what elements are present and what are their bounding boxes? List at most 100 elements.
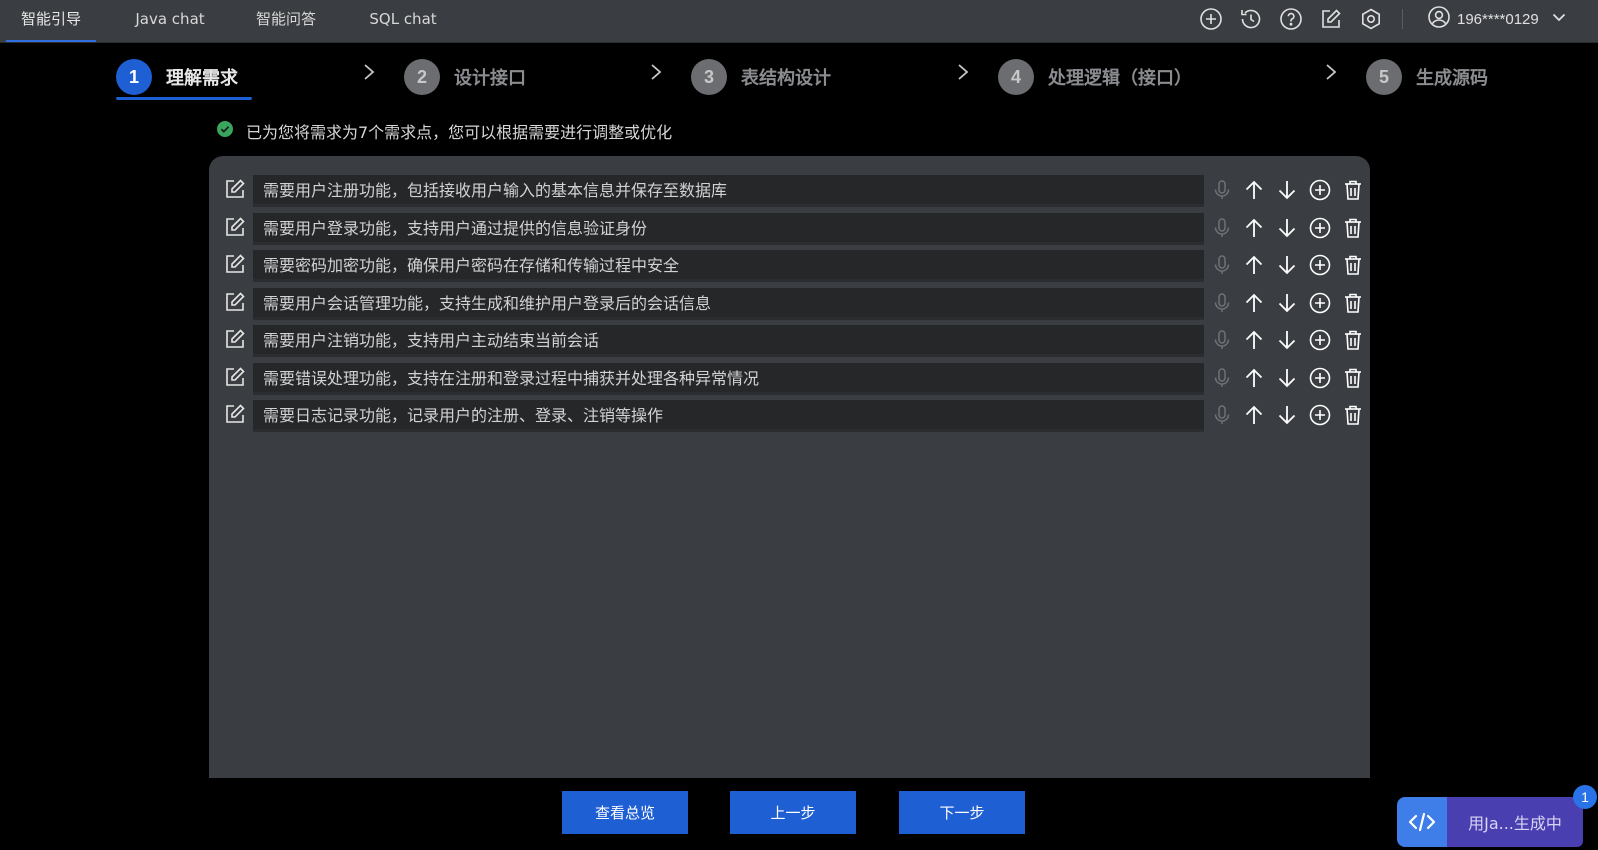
- chevron-right-icon: [954, 60, 972, 84]
- toolbar-divider: [1402, 9, 1403, 29]
- trash-icon[interactable]: [1341, 366, 1365, 390]
- trash-icon[interactable]: [1341, 403, 1365, 427]
- microphone-icon[interactable]: [1210, 253, 1234, 277]
- generation-status-widget[interactable]: 用Ja...生成中: [1397, 797, 1583, 847]
- add-circle-icon[interactable]: [1308, 216, 1332, 240]
- edit-icon[interactable]: [223, 290, 247, 314]
- step-number: 2: [404, 59, 440, 95]
- arrow-down-icon[interactable]: [1275, 366, 1299, 390]
- info-message: 已为您将需求为7个需求点，您可以根据需要进行调整或优化: [217, 120, 672, 142]
- info-text: 已为您将需求为7个需求点，您可以根据需要进行调整或优化: [246, 123, 673, 142]
- step-number: 4: [998, 59, 1034, 95]
- help-icon[interactable]: [1279, 7, 1303, 31]
- history-icon[interactable]: [1239, 7, 1263, 31]
- trash-icon[interactable]: [1341, 328, 1365, 352]
- code-icon: [1397, 797, 1447, 847]
- requirement-input[interactable]: 需要密码加密功能，确保用户密码在存储和传输过程中安全: [253, 250, 1204, 282]
- requirement-input[interactable]: 需要日志记录功能，记录用户的注册、登录、注销等操作: [253, 400, 1204, 432]
- generation-status-label: 用Ja...生成中: [1447, 797, 1583, 847]
- chevron-right-icon: [1322, 60, 1340, 84]
- step-label: 处理逻辑（接口）: [1048, 68, 1192, 89]
- view-overview-button[interactable]: 查看总览: [562, 791, 688, 834]
- requirement-row: 需要日志记录功能，记录用户的注册、登录、注销等操作: [223, 400, 1361, 432]
- add-circle-icon[interactable]: [1308, 291, 1332, 315]
- tab-smart-qa[interactable]: 智能问答: [241, 0, 331, 42]
- step-label: 设计接口: [454, 68, 526, 89]
- edit-icon[interactable]: [223, 252, 247, 276]
- edit-icon[interactable]: [223, 215, 247, 239]
- requirement-row: 需要用户会话管理功能，支持生成和维护用户登录后的会话信息: [223, 287, 1361, 320]
- settings-icon[interactable]: [1359, 7, 1383, 31]
- top-bar: 智能引导 Java chat 智能问答 SQL chat 196****0129: [0, 0, 1598, 43]
- add-circle-icon[interactable]: [1199, 7, 1223, 31]
- microphone-icon[interactable]: [1210, 328, 1234, 352]
- trash-icon[interactable]: [1341, 291, 1365, 315]
- step-generate-source[interactable]: 5 生成源码: [1366, 52, 1488, 102]
- step-processing-logic[interactable]: 4 处理逻辑（接口）: [998, 52, 1192, 102]
- microphone-icon[interactable]: [1210, 216, 1234, 240]
- add-circle-icon[interactable]: [1308, 366, 1332, 390]
- edit-icon[interactable]: [1319, 7, 1343, 31]
- requirement-input[interactable]: 需要用户会话管理功能，支持生成和维护用户登录后的会话信息: [253, 287, 1204, 320]
- step-understand-requirements[interactable]: 1 理解需求: [116, 52, 238, 102]
- user-name: 196****0129: [1457, 10, 1539, 28]
- edit-icon[interactable]: [223, 365, 247, 389]
- edit-icon[interactable]: [223, 402, 247, 426]
- step-number: 3: [691, 59, 727, 95]
- requirement-row: 需要用户登录功能，支持用户通过提供的信息验证身份: [223, 212, 1361, 245]
- requirement-input[interactable]: 需要用户登录功能，支持用户通过提供的信息验证身份: [253, 212, 1204, 245]
- arrow-up-icon[interactable]: [1242, 291, 1266, 315]
- user-menu[interactable]: 196****0129: [1427, 6, 1567, 32]
- microphone-icon[interactable]: [1210, 291, 1234, 315]
- arrow-up-icon[interactable]: [1242, 178, 1266, 202]
- requirement-row: 需要错误处理功能，支持在注册和登录过程中捕获并处理各种异常情况: [223, 362, 1361, 395]
- arrow-down-icon[interactable]: [1275, 253, 1299, 277]
- requirement-row: 需要用户注册功能，包括接收用户输入的基本信息并保存至数据库: [223, 175, 1361, 207]
- microphone-icon[interactable]: [1210, 366, 1234, 390]
- step-number: 1: [116, 59, 152, 95]
- user-icon: [1427, 5, 1451, 33]
- arrow-down-icon[interactable]: [1275, 178, 1299, 202]
- requirement-input[interactable]: 需要用户注销功能，支持用户主动结束当前会话: [253, 325, 1204, 357]
- arrow-up-icon[interactable]: [1242, 253, 1266, 277]
- microphone-icon[interactable]: [1210, 178, 1234, 202]
- arrow-up-icon[interactable]: [1242, 328, 1266, 352]
- requirement-row: 需要用户注销功能，支持用户主动结束当前会话: [223, 325, 1361, 357]
- add-circle-icon[interactable]: [1308, 328, 1332, 352]
- tab-sql-chat[interactable]: SQL chat: [357, 0, 449, 42]
- active-step-indicator: [116, 97, 252, 100]
- tab-smart-guide[interactable]: 智能引导: [6, 0, 96, 42]
- notification-badge: 1: [1573, 785, 1597, 809]
- add-circle-icon[interactable]: [1308, 253, 1332, 277]
- step-table-design[interactable]: 3 表结构设计: [691, 52, 831, 102]
- next-step-button[interactable]: 下一步: [899, 791, 1025, 834]
- arrow-up-icon[interactable]: [1242, 216, 1266, 240]
- requirement-row: 需要密码加密功能，确保用户密码在存储和传输过程中安全: [223, 250, 1361, 282]
- arrow-down-icon[interactable]: [1275, 403, 1299, 427]
- step-label: 表结构设计: [741, 68, 831, 89]
- step-number: 5: [1366, 59, 1402, 95]
- edit-icon[interactable]: [223, 327, 247, 351]
- edit-icon[interactable]: [223, 177, 247, 201]
- chevron-down-icon: [1551, 9, 1567, 29]
- trash-icon[interactable]: [1341, 216, 1365, 240]
- chevron-right-icon: [360, 60, 378, 84]
- arrow-down-icon[interactable]: [1275, 291, 1299, 315]
- step-design-interface[interactable]: 2 设计接口: [404, 52, 526, 102]
- previous-step-button[interactable]: 上一步: [730, 791, 856, 834]
- check-circle-icon: [217, 121, 233, 141]
- add-circle-icon[interactable]: [1308, 403, 1332, 427]
- trash-icon[interactable]: [1341, 253, 1365, 277]
- requirement-input[interactable]: 需要错误处理功能，支持在注册和登录过程中捕获并处理各种异常情况: [253, 362, 1204, 395]
- arrow-down-icon[interactable]: [1275, 328, 1299, 352]
- add-circle-icon[interactable]: [1308, 178, 1332, 202]
- step-label: 理解需求: [166, 68, 238, 89]
- arrow-up-icon[interactable]: [1242, 366, 1266, 390]
- arrow-up-icon[interactable]: [1242, 403, 1266, 427]
- microphone-icon[interactable]: [1210, 403, 1234, 427]
- arrow-down-icon[interactable]: [1275, 216, 1299, 240]
- trash-icon[interactable]: [1341, 178, 1365, 202]
- tab-java-chat[interactable]: Java chat: [122, 0, 218, 42]
- requirement-input[interactable]: 需要用户注册功能，包括接收用户输入的基本信息并保存至数据库: [253, 175, 1204, 207]
- chevron-right-icon: [647, 60, 665, 84]
